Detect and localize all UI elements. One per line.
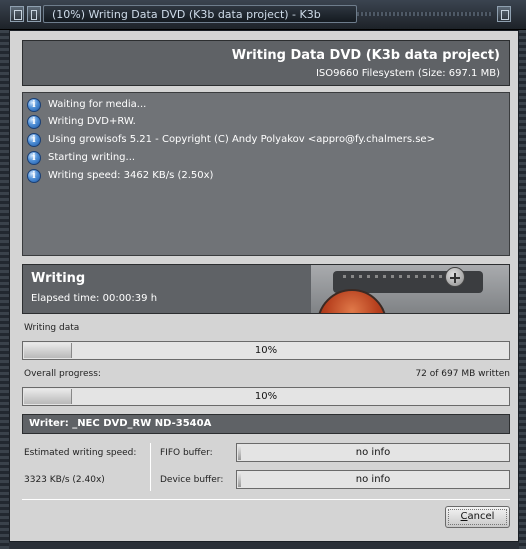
- log-item: Starting writing...: [27, 149, 135, 166]
- info-icon: [27, 168, 41, 183]
- writing-status-panel: Writing Elapsed time: 00:00:39 h: [22, 264, 510, 314]
- log-item: Using growisofs 5.21 - Copyright (C) And…: [27, 131, 435, 148]
- fifo-buffer-bar: no info: [236, 443, 510, 462]
- device-buffer-label: Device buffer:: [160, 475, 224, 485]
- minimize-button[interactable]: [27, 6, 41, 22]
- log-text: Writing speed: 3462 KB/s (2.50x): [48, 170, 214, 181]
- title-bar-grip: [357, 12, 493, 16]
- log-text: Writing DVD+RW.: [48, 116, 136, 127]
- info-icon: [27, 132, 41, 147]
- info-icon: [27, 150, 41, 165]
- window-menu-button[interactable]: [10, 6, 24, 22]
- device-value: no info: [355, 474, 391, 485]
- cancel-accel: C: [460, 511, 468, 522]
- elapsed-time: Elapsed time: 00:00:39 h: [31, 293, 158, 304]
- info-icon: [27, 97, 41, 112]
- title-plate: (10%) Writing Data DVD (K3b data project…: [43, 5, 357, 23]
- log-item: Waiting for media...: [27, 96, 146, 113]
- writer-device: Writer: _NEC DVD_RW ND-3540A: [29, 418, 212, 429]
- device-buffer-bar: no info: [236, 470, 510, 489]
- window-border-left[interactable]: [0, 30, 9, 549]
- fifo-label: FIFO buffer:: [160, 448, 213, 458]
- title-bar[interactable]: (10%) Writing Data DVD (K3b data project…: [0, 0, 526, 30]
- overall-progress-label: Overall progress:: [24, 369, 101, 379]
- overall-written: 72 of 697 MB written: [415, 369, 510, 379]
- job-subtitle: ISO9660 Filesystem (Size: 697.1 MB): [315, 68, 500, 79]
- writing-data-label: Writing data: [24, 323, 80, 333]
- log-item: Writing speed: 3462 KB/s (2.50x): [27, 167, 213, 184]
- overall-progress: 10%: [22, 387, 510, 406]
- writer-device-bar: Writer: _NEC DVD_RW ND-3540A: [22, 414, 510, 434]
- speed-value: 3323 KB/s (2.40x): [24, 475, 105, 485]
- status-title: Writing: [31, 271, 86, 286]
- log-text: Starting writing...: [48, 152, 136, 163]
- writing-data-percent: 10%: [254, 345, 278, 356]
- maximize-button[interactable]: [497, 6, 511, 22]
- log-text: Using growisofs 5.21 - Copyright (C) And…: [48, 134, 435, 145]
- job-title: Writing Data DVD (K3b data project): [231, 48, 500, 63]
- writing-data-progress: 10%: [22, 341, 510, 360]
- info-log[interactable]: Waiting for media... Writing DVD+RW. Usi…: [22, 92, 510, 256]
- job-header: Writing Data DVD (K3b data project) ISO9…: [22, 40, 510, 86]
- window-border-right[interactable]: [519, 30, 526, 549]
- cancel-label: ancel: [467, 511, 495, 522]
- screw-icon: [445, 267, 465, 287]
- speed-label: Estimated writing speed:: [24, 448, 137, 458]
- info-icon: [27, 114, 41, 129]
- fifo-value: no info: [355, 447, 391, 458]
- overall-percent: 10%: [254, 391, 278, 402]
- vertical-separator: [150, 443, 151, 491]
- horizontal-separator: [22, 499, 510, 500]
- cancel-button[interactable]: Cancel: [445, 506, 510, 528]
- window-title: (10%) Writing Data DVD (K3b data project…: [52, 8, 321, 21]
- log-item: Writing DVD+RW.: [27, 113, 136, 130]
- log-text: Waiting for media...: [48, 99, 147, 110]
- dvd-drive-illustration: [311, 265, 509, 313]
- window-border-bottom[interactable]: [9, 542, 519, 549]
